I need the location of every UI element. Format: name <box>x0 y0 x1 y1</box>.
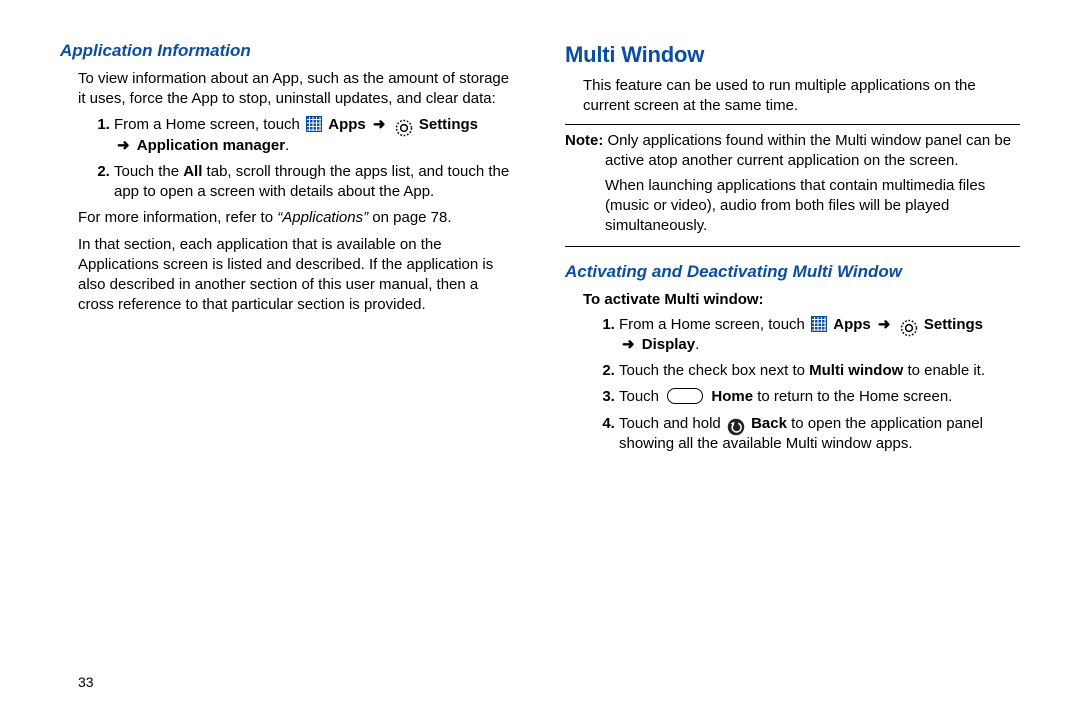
activate-subhead: To activate Multi window: <box>583 290 1020 310</box>
app-info-para2: In that section, each application that i… <box>60 235 515 316</box>
activating-heading: Activating and Deactivating Multi Window <box>565 261 1020 284</box>
app-info-heading: Application Information <box>60 40 515 63</box>
multi-window-intro: This feature can be used to run multiple… <box>565 76 1020 117</box>
note-block: Note: Only applications found within the… <box>565 124 1020 247</box>
apps-icon <box>306 116 322 132</box>
activate-steps: From a Home screen, touch Apps ➜ Setting… <box>565 315 1020 455</box>
app-info-step-1: From a Home screen, touch Apps ➜ Setting… <box>114 115 515 156</box>
arrow-icon: ➜ <box>622 336 635 353</box>
settings-icon <box>900 319 918 337</box>
page-number: 33 <box>78 673 94 692</box>
home-button-icon <box>667 388 703 404</box>
settings-icon <box>395 119 413 137</box>
apps-icon <box>811 316 827 332</box>
arrow-icon: ➜ <box>878 316 891 333</box>
note-text-2: When launching applications that contain… <box>565 176 1020 237</box>
back-icon <box>727 418 745 436</box>
activate-step-2: Touch the check box next to Multi window… <box>619 361 1020 381</box>
app-info-steps: From a Home screen, touch Apps ➜ Setting… <box>60 115 515 202</box>
note-text-1: Only applications found within the Multi… <box>605 132 1011 169</box>
arrow-icon: ➜ <box>117 137 130 154</box>
app-info-ref: For more information, refer to “Applicat… <box>60 208 515 228</box>
note-label: Note: <box>565 132 603 149</box>
app-info-step-2: Touch the All tab, scroll through the ap… <box>114 162 515 203</box>
activate-step-3: Touch Home to return to the Home screen. <box>619 387 1020 407</box>
activate-step-1: From a Home screen, touch Apps ➜ Setting… <box>619 315 1020 356</box>
app-info-intro: To view information about an App, such a… <box>60 69 515 110</box>
activate-step-4: Touch and hold Back to open the applicat… <box>619 414 1020 455</box>
right-column: Multi Window This feature can be used to… <box>565 40 1020 460</box>
left-column: Application Information To view informat… <box>60 40 515 460</box>
multi-window-heading: Multi Window <box>565 40 1020 70</box>
arrow-icon: ➜ <box>373 116 386 133</box>
